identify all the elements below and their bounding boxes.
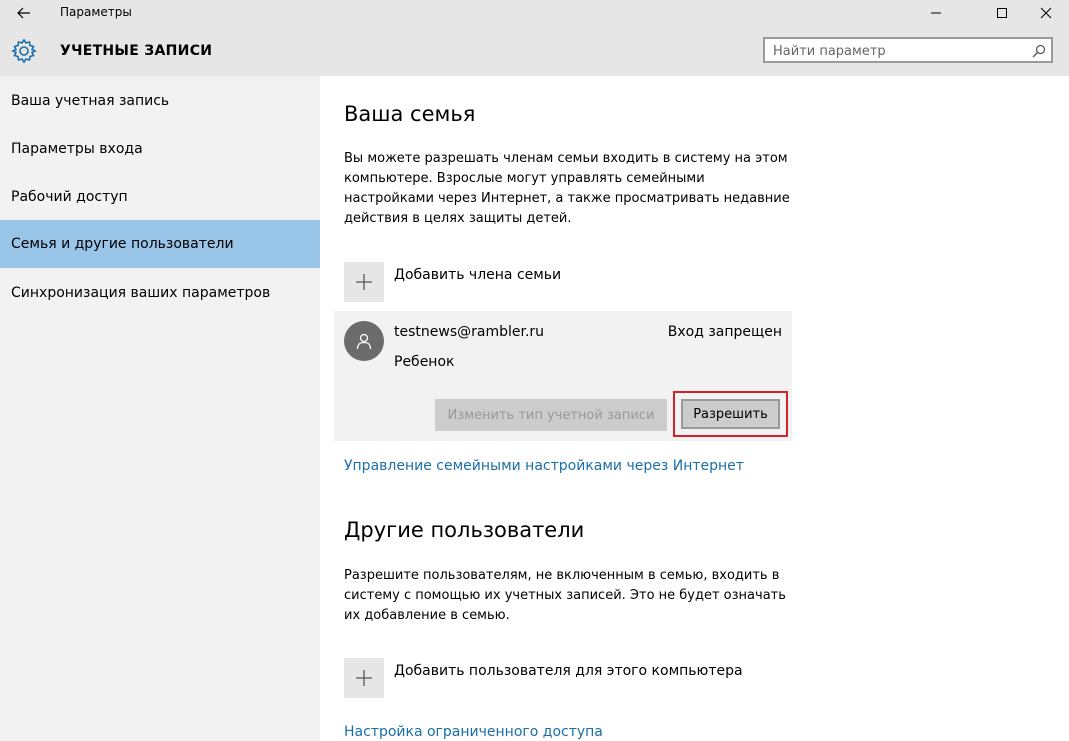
minimize-button[interactable] xyxy=(913,0,959,26)
search-icon[interactable] xyxy=(1031,43,1047,59)
back-button[interactable] xyxy=(8,0,40,26)
minimize-icon xyxy=(931,12,941,14)
gear-icon xyxy=(11,38,37,64)
page-title: УЧЕТНЫЕ ЗАПИСИ xyxy=(60,43,213,59)
family-description: Вы можете разрешать членам семьи входить… xyxy=(344,151,790,226)
user-icon xyxy=(356,333,372,350)
sidebar-item-sign-in-options[interactable]: Параметры входа xyxy=(0,125,320,173)
change-account-type-button: Изменить тип учетной записи xyxy=(435,399,667,431)
add-family-member-label: Добавить члена семьи xyxy=(394,267,562,283)
plus-tile xyxy=(344,658,384,698)
sidebar-item-your-account[interactable]: Ваша учетная запись xyxy=(0,77,320,125)
window-title: Параметры xyxy=(60,5,132,19)
member-role: Ребенок xyxy=(394,354,455,370)
sidebar-item-label: Синхронизация ваших параметров xyxy=(11,285,271,301)
add-other-user-button[interactable]: Добавить пользователя для этого компьюте… xyxy=(344,658,743,698)
family-member-card[interactable]: testnews@rambler.ru Ребенок Вход запреще… xyxy=(334,311,792,441)
settings-header: УЧЕТНЫЕ ЗАПИСИ xyxy=(0,26,1069,76)
other-users-heading: Другие пользователи xyxy=(344,518,585,542)
add-other-user-label: Добавить пользователя для этого компьюте… xyxy=(394,663,743,679)
sidebar-item-label: Параметры входа xyxy=(11,141,143,157)
back-arrow-icon xyxy=(17,7,30,19)
member-email: testnews@rambler.ru xyxy=(394,324,545,340)
title-bar: Параметры xyxy=(0,0,1069,26)
search-box[interactable] xyxy=(763,37,1053,63)
other-users-description: Разрешите пользователям, не включенным в… xyxy=(344,568,786,623)
family-heading: Ваша семья xyxy=(344,102,476,126)
maximize-button[interactable] xyxy=(979,0,1025,26)
manage-family-link[interactable]: Управление семейными настройками через И… xyxy=(344,458,744,474)
allow-button[interactable]: Разрешить xyxy=(681,399,780,429)
settings-window: Параметры УЧЕТНЫЕ ЗАПИСИ Найти параметр … xyxy=(0,0,1069,741)
main-content: Ваша семья Вы можете разрешать членам се… xyxy=(320,76,1069,741)
maximize-icon xyxy=(997,8,1007,18)
restricted-access-link[interactable]: Настройка ограниченного доступа xyxy=(344,724,603,740)
avatar xyxy=(344,321,384,361)
sidebar-item-family-other-users[interactable]: Семья и другие пользователи xyxy=(0,220,320,268)
plus-tile xyxy=(344,262,384,302)
search-input[interactable] xyxy=(773,42,1023,60)
plus-icon xyxy=(356,670,372,686)
member-status: Вход запрещен xyxy=(667,324,782,340)
close-icon xyxy=(1040,7,1052,19)
sidebar-item-label: Рабочий доступ xyxy=(11,189,128,205)
sidebar-item-work-access[interactable]: Рабочий доступ xyxy=(0,173,320,221)
close-button[interactable] xyxy=(1023,0,1069,26)
highlight-frame: Разрешить xyxy=(673,391,788,437)
sidebar-item-label: Ваша учетная запись xyxy=(11,93,170,109)
add-family-member-button[interactable]: Добавить члена семьи xyxy=(344,262,561,302)
sidebar: Ваша учетная запись Параметры входа Рабо… xyxy=(0,76,320,741)
sidebar-item-label: Семья и другие пользователи xyxy=(11,236,234,252)
sidebar-item-sync-settings[interactable]: Синхронизация ваших параметров xyxy=(0,269,320,317)
plus-icon xyxy=(356,274,372,290)
